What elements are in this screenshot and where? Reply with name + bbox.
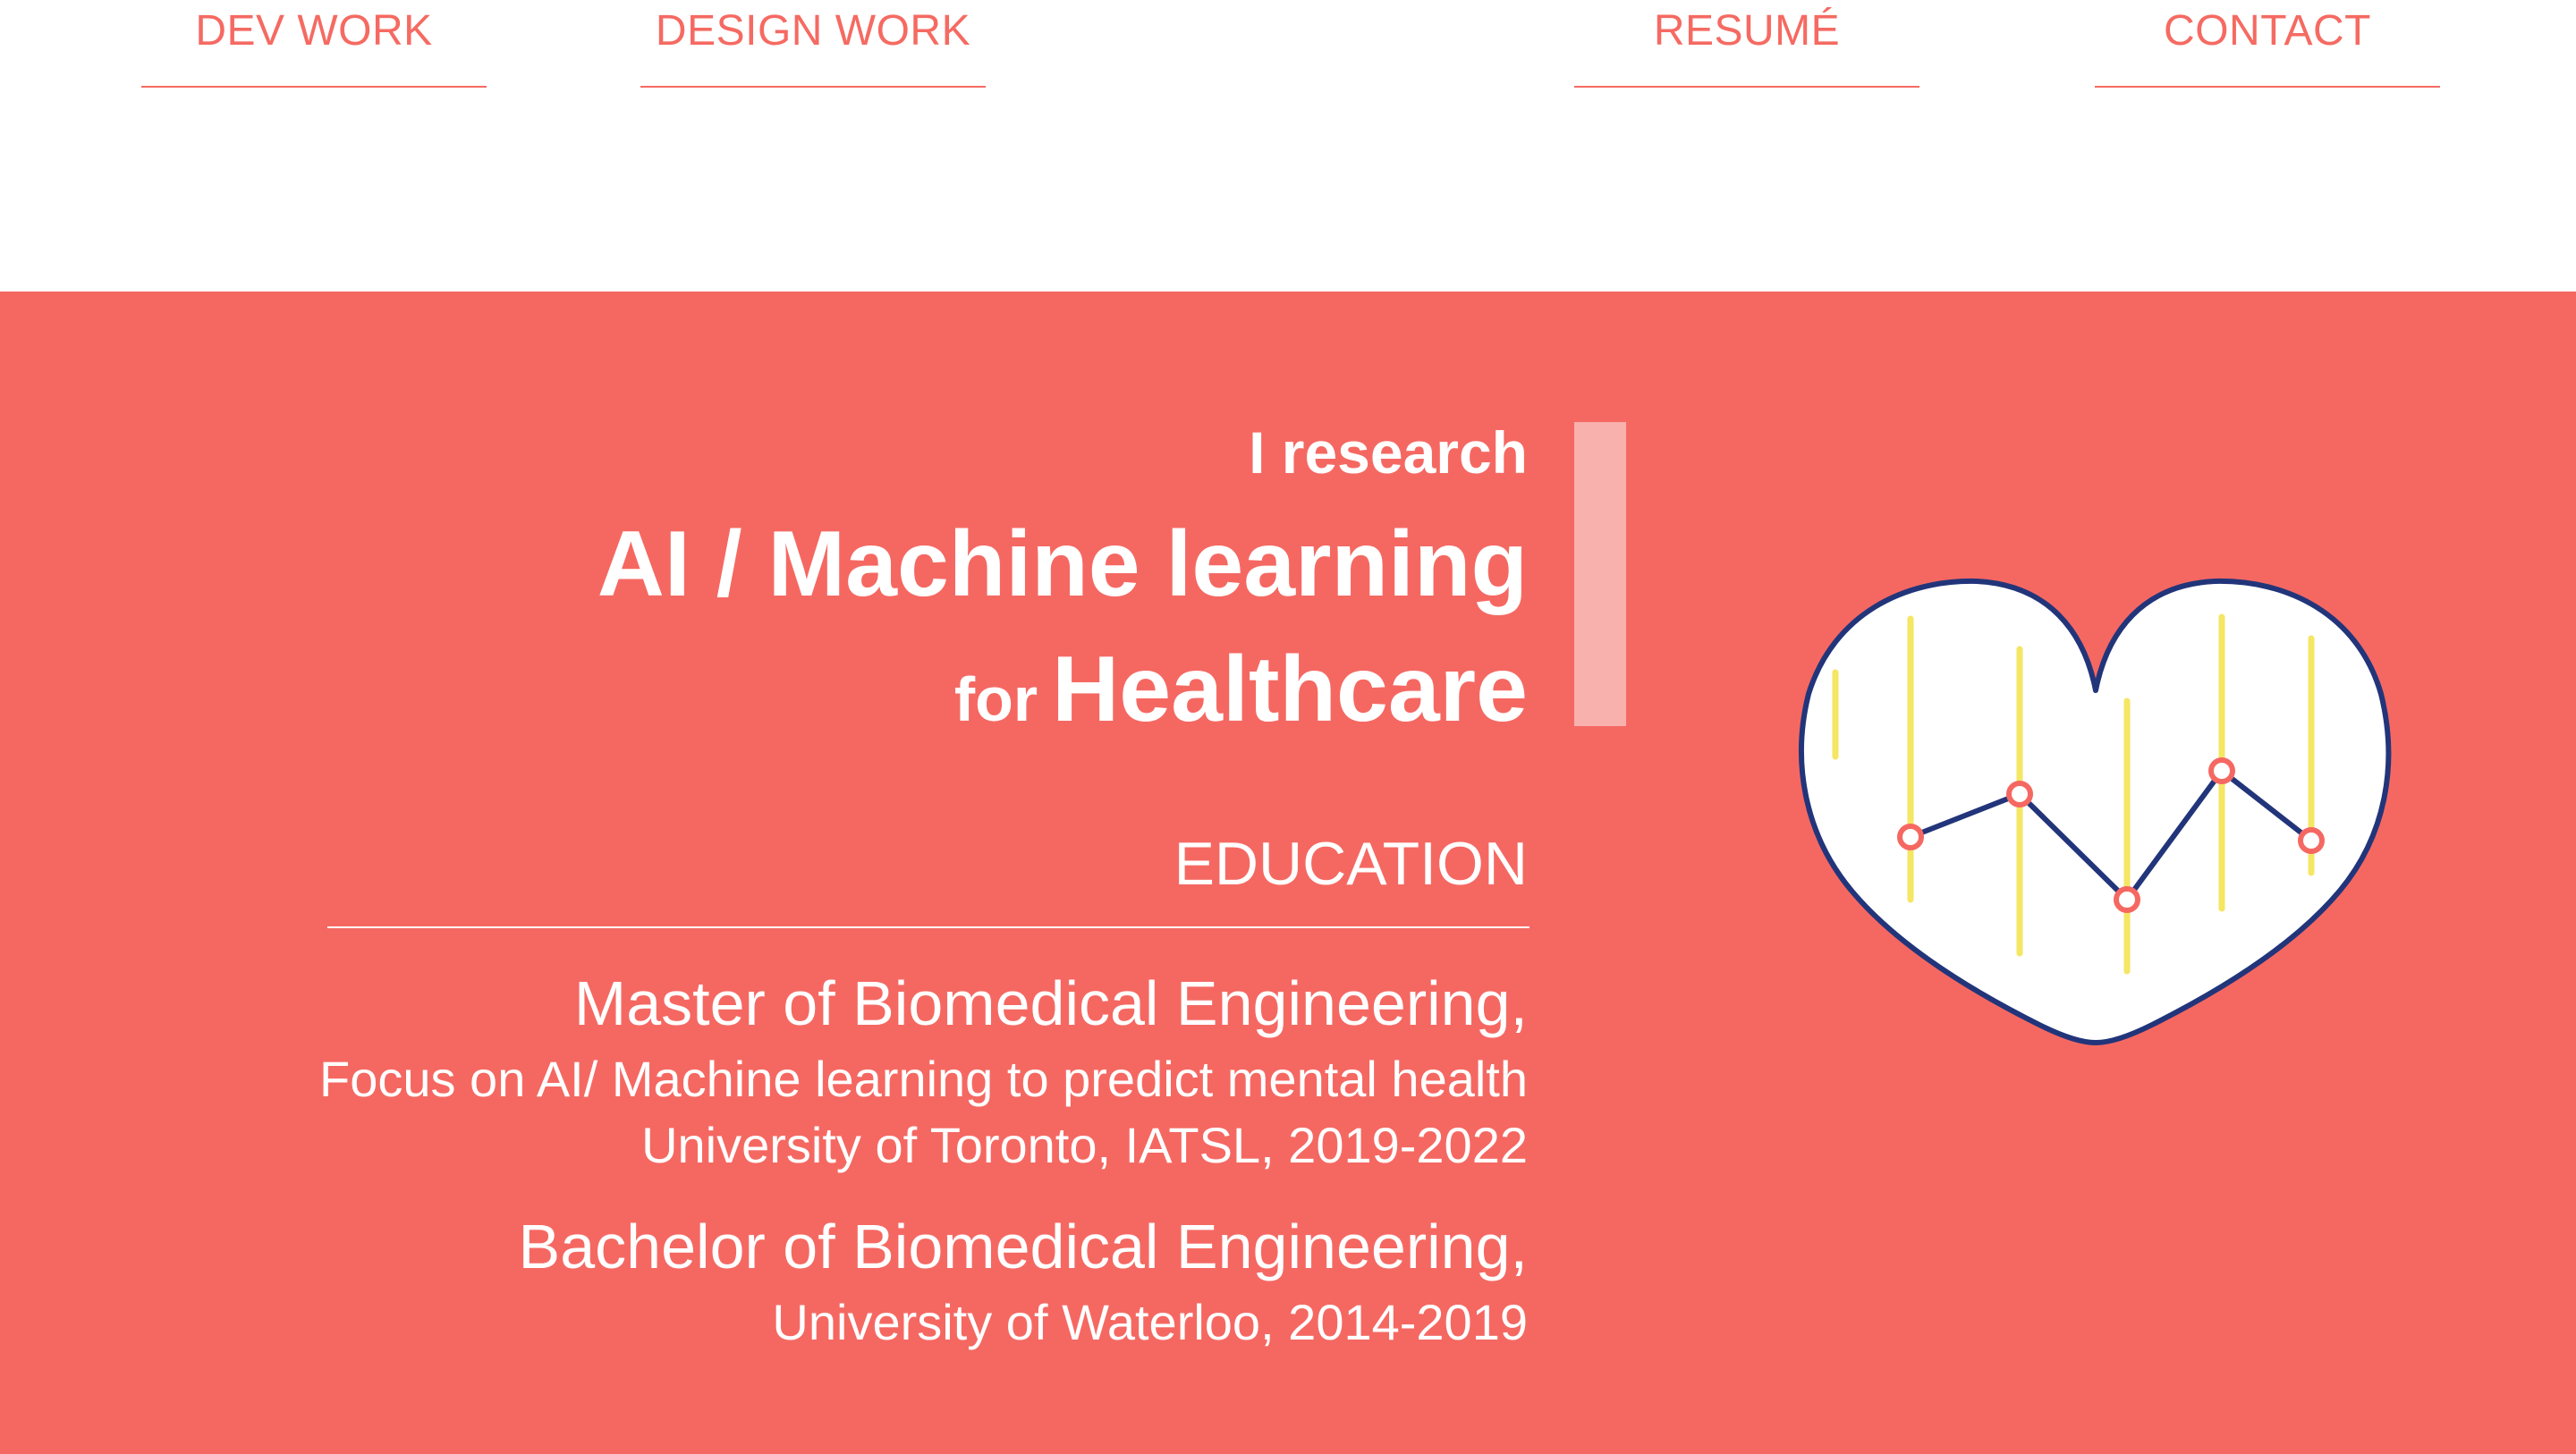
research-domain: Healthcare [1052, 638, 1528, 741]
heart-point [2298, 827, 2325, 854]
degree-school: University of Waterloo, 2014-2019 [772, 1294, 1528, 1350]
nav-dev-work-link[interactable]: DEV WORK [141, 0, 487, 88]
heart-chart-icon [1799, 578, 2392, 1045]
heart-point [2208, 757, 2235, 784]
heart-outline [1799, 578, 2392, 1045]
nav-contact-link[interactable]: CONTACT [2095, 0, 2440, 88]
degree-focus: Focus on AI/ Machine learning to predict… [319, 1051, 1528, 1107]
degree-school: University of Toronto, IATSL, 2019-2022 [641, 1117, 1528, 1173]
degree-title: Bachelor of Biomedical Engineering, [518, 1212, 1528, 1281]
top-navigation: DEV WORK DESIGN WORK RESUMÉ CONTACT [0, 0, 2576, 292]
research-intro: I research [1249, 419, 1528, 486]
hero-section: I research AI / Machine learning for Heal… [0, 292, 2576, 1454]
education-heading: EDUCATION [1174, 830, 1528, 898]
heart-point [2006, 781, 2033, 807]
heart-point [1897, 824, 1924, 850]
degree-title: Master of Biomedical Engineering, [573, 968, 1528, 1038]
heart-point [2114, 886, 2140, 913]
nav-design-work-link[interactable]: DESIGN WORK [640, 0, 986, 88]
research-domain-line: for Healthcare [954, 636, 1528, 771]
nav-resume-link[interactable]: RESUMÉ [1574, 0, 1919, 88]
accent-bar [1574, 422, 1626, 726]
research-field: AI / Machine learning [597, 512, 1528, 616]
education-divider [327, 926, 1530, 928]
for-word: for [953, 664, 1038, 734]
